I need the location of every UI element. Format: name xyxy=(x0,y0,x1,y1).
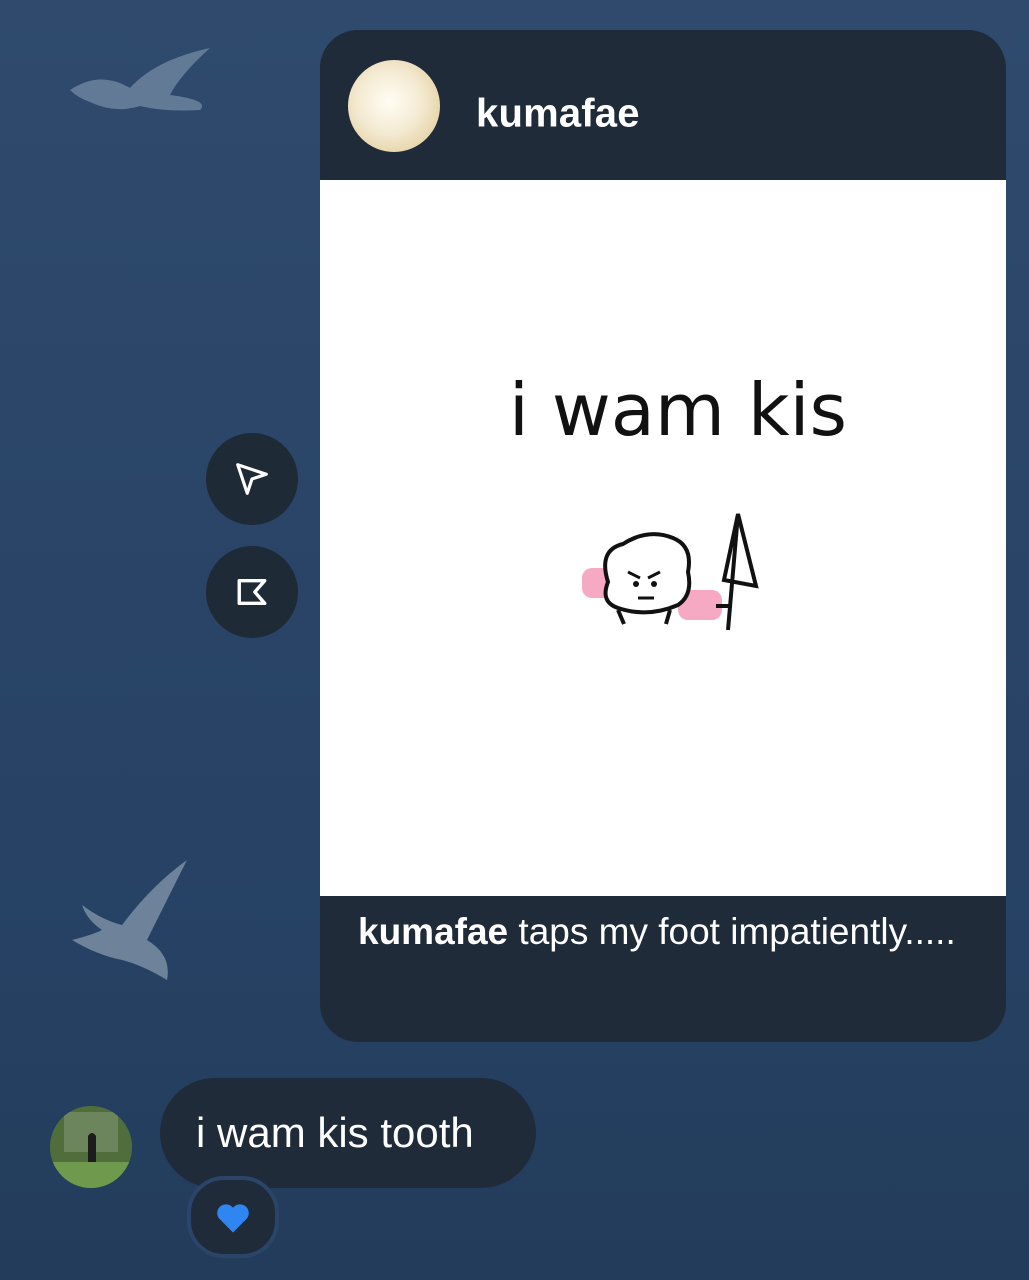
post-caption: kumafae taps my foot impatiently..... xyxy=(358,910,958,953)
bookmark-icon xyxy=(237,578,267,606)
seagull-decoration xyxy=(72,860,187,980)
seagull-decoration xyxy=(70,48,210,111)
caption-text: taps my foot impatiently..... xyxy=(508,911,956,952)
blushing-doodle-illustration xyxy=(582,513,759,631)
post-author-avatar[interactable] xyxy=(348,60,440,152)
caption-username[interactable]: kumafae xyxy=(358,911,508,952)
message-bubble[interactable]: i wam kis tooth xyxy=(160,1078,536,1188)
message-reaction[interactable] xyxy=(187,1176,279,1258)
share-button[interactable] xyxy=(206,433,298,525)
sender-avatar-image xyxy=(50,1106,132,1188)
paper-plane-icon xyxy=(236,463,268,495)
post-image[interactable]: i wam kis xyxy=(320,180,1006,896)
shared-post-card[interactable]: kumafae i wam kis kumafae taps my foot i… xyxy=(320,30,1006,1042)
sender-avatar[interactable] xyxy=(50,1106,132,1188)
post-header: kumafae xyxy=(320,30,1006,178)
post-image-text: i wam kis xyxy=(508,368,848,452)
message-text: i wam kis tooth xyxy=(196,1109,474,1156)
blue-heart-icon xyxy=(217,1204,249,1233)
save-button[interactable] xyxy=(206,546,298,638)
post-author-username[interactable]: kumafae xyxy=(476,92,640,137)
